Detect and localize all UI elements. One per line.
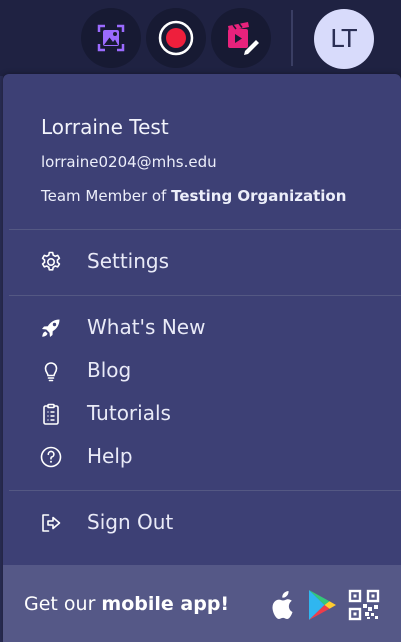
mobile-app-text: Get our mobile app! xyxy=(24,593,229,615)
user-email: lorraine0204@mhs.edu xyxy=(41,153,217,171)
avatar[interactable]: LT xyxy=(314,9,374,69)
image-capture-icon xyxy=(97,24,125,52)
team-prefix: Team Member of xyxy=(41,187,172,205)
video-edit-button[interactable] xyxy=(211,8,271,68)
rocket-icon xyxy=(42,319,60,337)
toolbar-divider xyxy=(291,10,293,66)
divider xyxy=(9,490,401,491)
mobile-app-footer: Get our mobile app! xyxy=(3,565,401,642)
user-team: Team Member of Testing Organization xyxy=(41,187,346,205)
menu-label-whats-new: What's New xyxy=(87,315,206,339)
account-dropdown: Lorraine Test lorraine0204@mhs.edu Team … xyxy=(3,74,401,642)
question-circle-icon xyxy=(40,446,62,468)
gear-icon xyxy=(41,251,61,271)
menu-label-settings: Settings xyxy=(87,249,170,273)
record-button[interactable] xyxy=(146,8,206,68)
apple-icon[interactable] xyxy=(269,589,297,621)
menu-label-blog: Blog xyxy=(87,358,132,382)
lightbulb-icon xyxy=(44,362,58,382)
screenshot-button[interactable] xyxy=(81,8,141,68)
top-toolbar: LT xyxy=(0,0,401,76)
menu-item-sign-out[interactable]: Sign Out xyxy=(3,503,401,543)
footer-text-bold: mobile app! xyxy=(101,593,230,615)
user-name: Lorraine Test xyxy=(41,115,169,139)
menu-item-settings[interactable]: Settings xyxy=(3,242,401,282)
team-name: Testing Organization xyxy=(171,187,347,205)
footer-text-prefix: Get our xyxy=(24,593,102,615)
qr-code-icon[interactable] xyxy=(348,589,380,621)
menu-item-help[interactable]: Help xyxy=(3,437,401,477)
clipboard-icon xyxy=(43,403,59,425)
divider xyxy=(9,229,401,230)
menu-label-sign-out: Sign Out xyxy=(87,510,174,534)
divider xyxy=(9,295,401,296)
menu-item-blog[interactable]: Blog xyxy=(3,351,401,391)
sign-out-icon xyxy=(42,514,61,532)
record-icon xyxy=(158,20,194,56)
menu-label-tutorials: Tutorials xyxy=(87,401,171,425)
google-play-icon[interactable] xyxy=(306,588,338,622)
menu-label-help: Help xyxy=(87,444,133,468)
menu-item-tutorials[interactable]: Tutorials xyxy=(3,394,401,434)
video-edit-icon xyxy=(228,22,259,55)
menu-item-whats-new[interactable]: What's New xyxy=(3,308,401,348)
